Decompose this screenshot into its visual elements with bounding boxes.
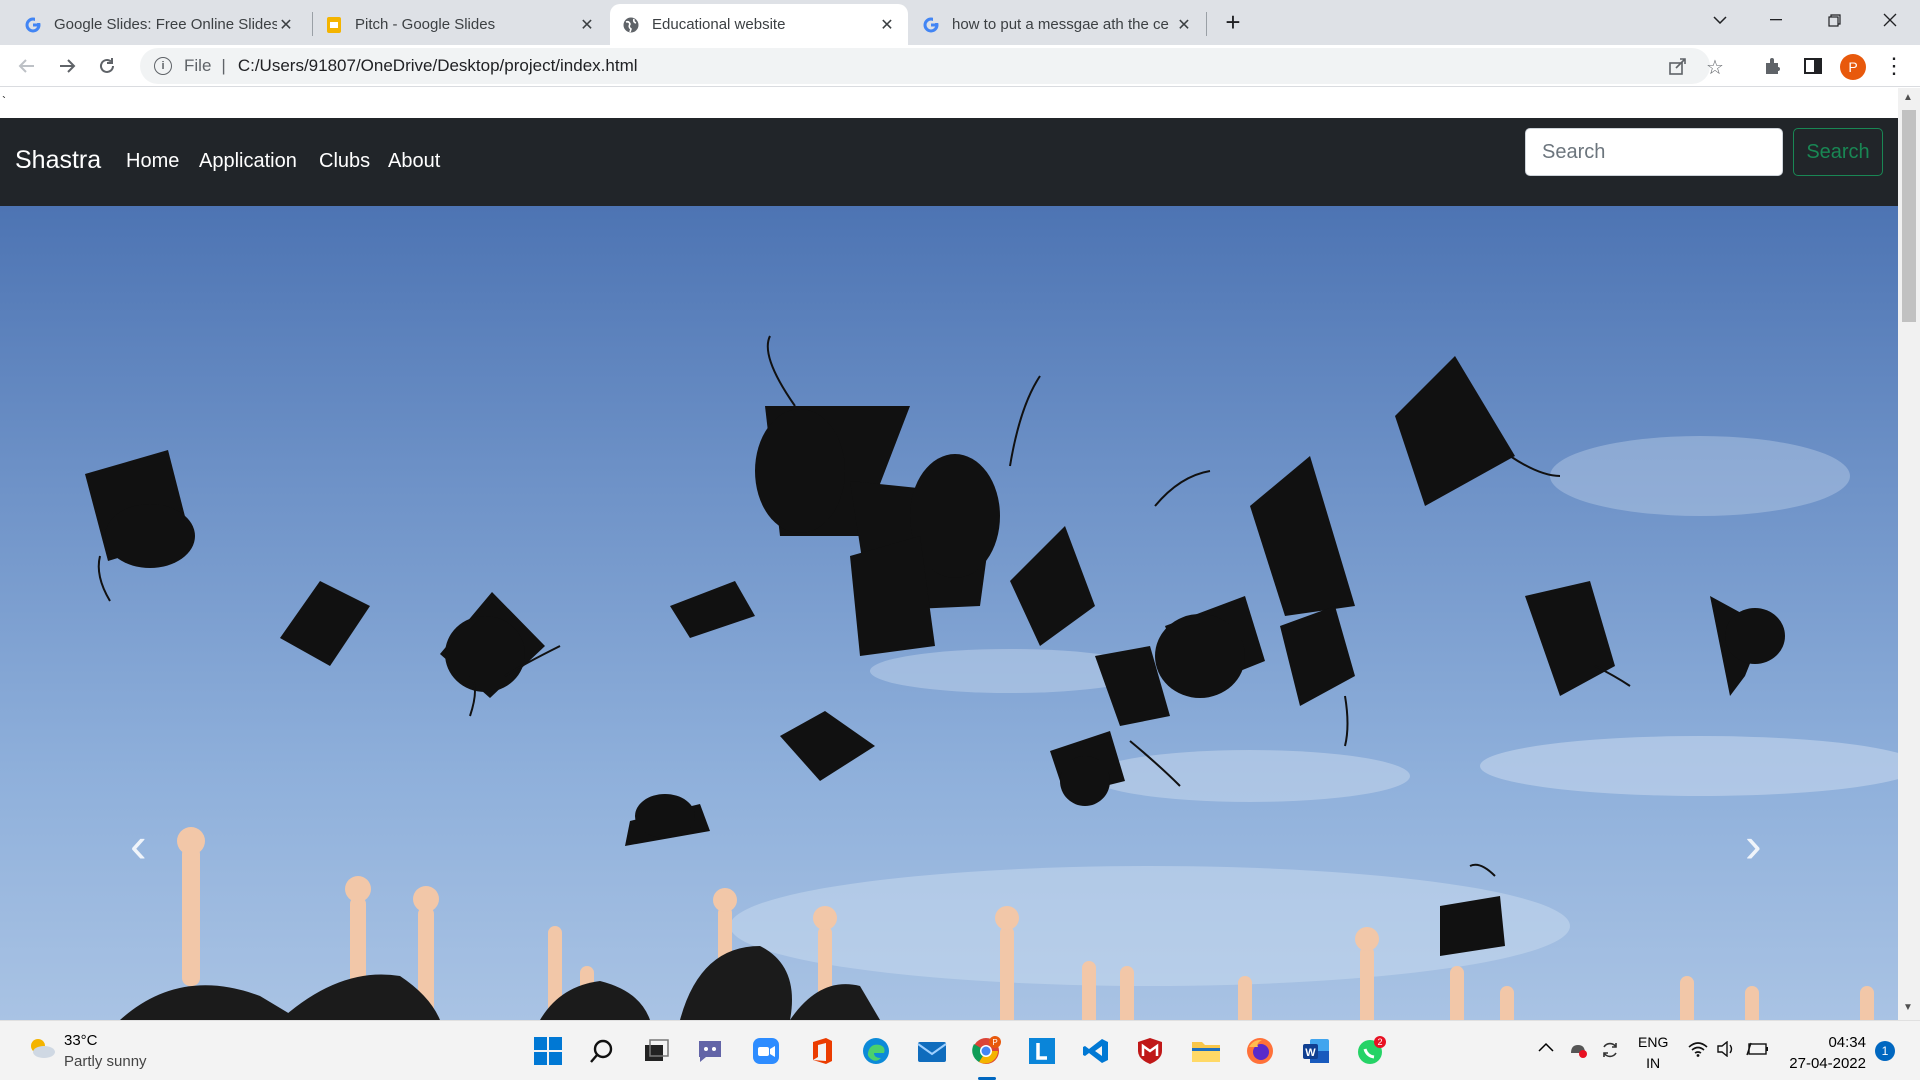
tab-title: Educational website (652, 16, 786, 33)
slides-icon (325, 16, 343, 34)
svg-text:P: P (992, 1038, 997, 1047)
search-placeholder: Search (1542, 140, 1606, 163)
tab-title: Google Slides: Free Online Slides (54, 16, 277, 33)
tab-title: how to put a messgae ath the ce (952, 16, 1169, 33)
chrome-icon[interactable]: P (970, 1035, 1002, 1067)
browser-tab-strip: Google Slides: Free Online Slides ✕ Pitc… (0, 0, 1920, 45)
google-icon (922, 16, 940, 34)
zoom-icon[interactable] (750, 1035, 782, 1067)
whatsapp-icon[interactable]: 2 (1356, 1035, 1388, 1067)
clock-time: 04:34 (1828, 1034, 1866, 1051)
nav-link-clubs[interactable]: Clubs (319, 150, 370, 173)
nav-link-home[interactable]: Home (126, 150, 179, 173)
tab-pitch-slides[interactable]: Pitch - Google Slides ✕ (313, 4, 608, 45)
partly-sunny-icon[interactable] (28, 1037, 56, 1059)
teams-chat-icon[interactable] (694, 1035, 726, 1067)
mcafee-icon[interactable] (1134, 1035, 1166, 1067)
page-viewport: ` Shastra Home Application Clubs About S… (0, 88, 1898, 1020)
wifi-icon[interactable] (1688, 1041, 1708, 1061)
address-scheme: File (184, 56, 212, 75)
tray-chevron-up-icon[interactable] (1538, 1039, 1554, 1056)
notification-badge[interactable]: 1 (1875, 1041, 1895, 1061)
address-url[interactable]: C:/Users/91807/OneDrive/Desktop/project/… (238, 56, 638, 76)
share-icon[interactable] (1668, 56, 1688, 81)
tray-app-icon[interactable] (1568, 1041, 1588, 1063)
close-icon[interactable]: ✕ (578, 15, 596, 35)
carousel-next-icon[interactable]: › (1745, 816, 1762, 874)
file-explorer-icon[interactable] (1190, 1035, 1222, 1067)
close-icon[interactable]: ✕ (1175, 15, 1193, 35)
search-icon[interactable] (586, 1035, 618, 1067)
side-panel-icon[interactable] (1798, 51, 1828, 81)
reload-icon[interactable] (92, 51, 122, 81)
vscode-icon[interactable] (1080, 1035, 1112, 1067)
menu-kebab-icon[interactable]: ⋮ (1879, 51, 1909, 81)
page-scrollbar[interactable]: ▲ ▼ (1898, 88, 1920, 1020)
tab-educational-website[interactable]: Educational website ✕ (610, 4, 908, 45)
tab-title: Pitch - Google Slides (355, 16, 496, 33)
firefox-icon[interactable] (1244, 1035, 1276, 1067)
site-brand[interactable]: Shastra (15, 146, 101, 175)
globe-icon (622, 16, 640, 34)
address-divider: | (221, 56, 226, 75)
mail-icon[interactable] (916, 1035, 948, 1067)
window-close-icon[interactable] (1862, 0, 1918, 40)
back-arrow-icon[interactable] (12, 51, 42, 81)
site-navbar: Shastra Home Application Clubs About Sea… (0, 118, 1898, 206)
word-icon[interactable]: W (1300, 1035, 1332, 1067)
weather-temperature[interactable]: 33°C (64, 1032, 98, 1049)
carousel-prev-icon[interactable]: ‹ (130, 816, 147, 874)
info-icon[interactable]: i (154, 57, 172, 75)
task-view-icon[interactable] (640, 1035, 672, 1067)
nav-link-about[interactable]: About (388, 150, 440, 173)
language-code: ENG (1638, 1034, 1669, 1050)
stray-character: ` (2, 94, 6, 108)
extensions-puzzle-icon[interactable] (1758, 51, 1788, 81)
weather-description[interactable]: Partly sunny (64, 1053, 147, 1070)
l-app-icon[interactable] (1026, 1035, 1058, 1067)
address-bar[interactable]: i File | C:/Users/91807/OneDrive/Desktop… (140, 48, 1724, 84)
battery-icon[interactable] (1746, 1041, 1770, 1061)
windows-taskbar: 33°C Partly sunny P W 2 ENG IN 04:34 27-… (0, 1020, 1920, 1080)
language-indicator[interactable]: ENG IN (1638, 1032, 1668, 1074)
restore-icon[interactable] (1806, 0, 1862, 40)
scrollbar-thumb[interactable] (1902, 110, 1916, 322)
tab-search-chevron-icon[interactable] (1692, 0, 1748, 40)
graduation-caps-photo (85, 335, 1898, 1020)
scroll-down-arrow-icon[interactable]: ▼ (1903, 1002, 1913, 1013)
nav-link-application[interactable]: Application (199, 150, 297, 173)
forward-arrow-icon[interactable] (52, 51, 82, 81)
google-icon (24, 16, 42, 34)
windows-start-icon[interactable] (532, 1035, 564, 1067)
sync-icon[interactable] (1600, 1041, 1620, 1063)
svg-text:2: 2 (1377, 1037, 1382, 1047)
office-icon[interactable] (806, 1035, 838, 1067)
hero-carousel: ‹ › (0, 206, 1898, 1020)
system-clock[interactable]: 04:34 27-04-2022 (1782, 1032, 1866, 1074)
tab-separator (1206, 12, 1207, 36)
search-button[interactable]: Search (1793, 128, 1883, 176)
scroll-up-arrow-icon[interactable]: ▲ (1903, 92, 1913, 103)
region-code: IN (1646, 1055, 1661, 1071)
minimize-icon[interactable] (1748, 0, 1804, 40)
profile-avatar[interactable]: P (1840, 54, 1866, 80)
svg-text:W: W (1305, 1047, 1316, 1059)
new-tab-plus-icon[interactable]: + (1218, 7, 1248, 37)
tab-google-slides[interactable]: Google Slides: Free Online Slides ✕ (12, 4, 307, 45)
bookmark-star-icon[interactable]: ☆ (1706, 55, 1724, 80)
close-icon[interactable]: ✕ (277, 15, 295, 35)
edge-browser-icon[interactable] (860, 1035, 892, 1067)
search-input[interactable]: Search (1525, 128, 1783, 176)
tab-google-search[interactable]: how to put a messgae ath the ce ✕ (910, 4, 1205, 45)
clock-date: 27-04-2022 (1789, 1055, 1866, 1072)
browser-toolbar: i File | C:/Users/91807/OneDrive/Desktop… (0, 45, 1920, 87)
volume-icon[interactable] (1716, 1040, 1736, 1061)
close-icon[interactable]: ✕ (878, 15, 896, 35)
